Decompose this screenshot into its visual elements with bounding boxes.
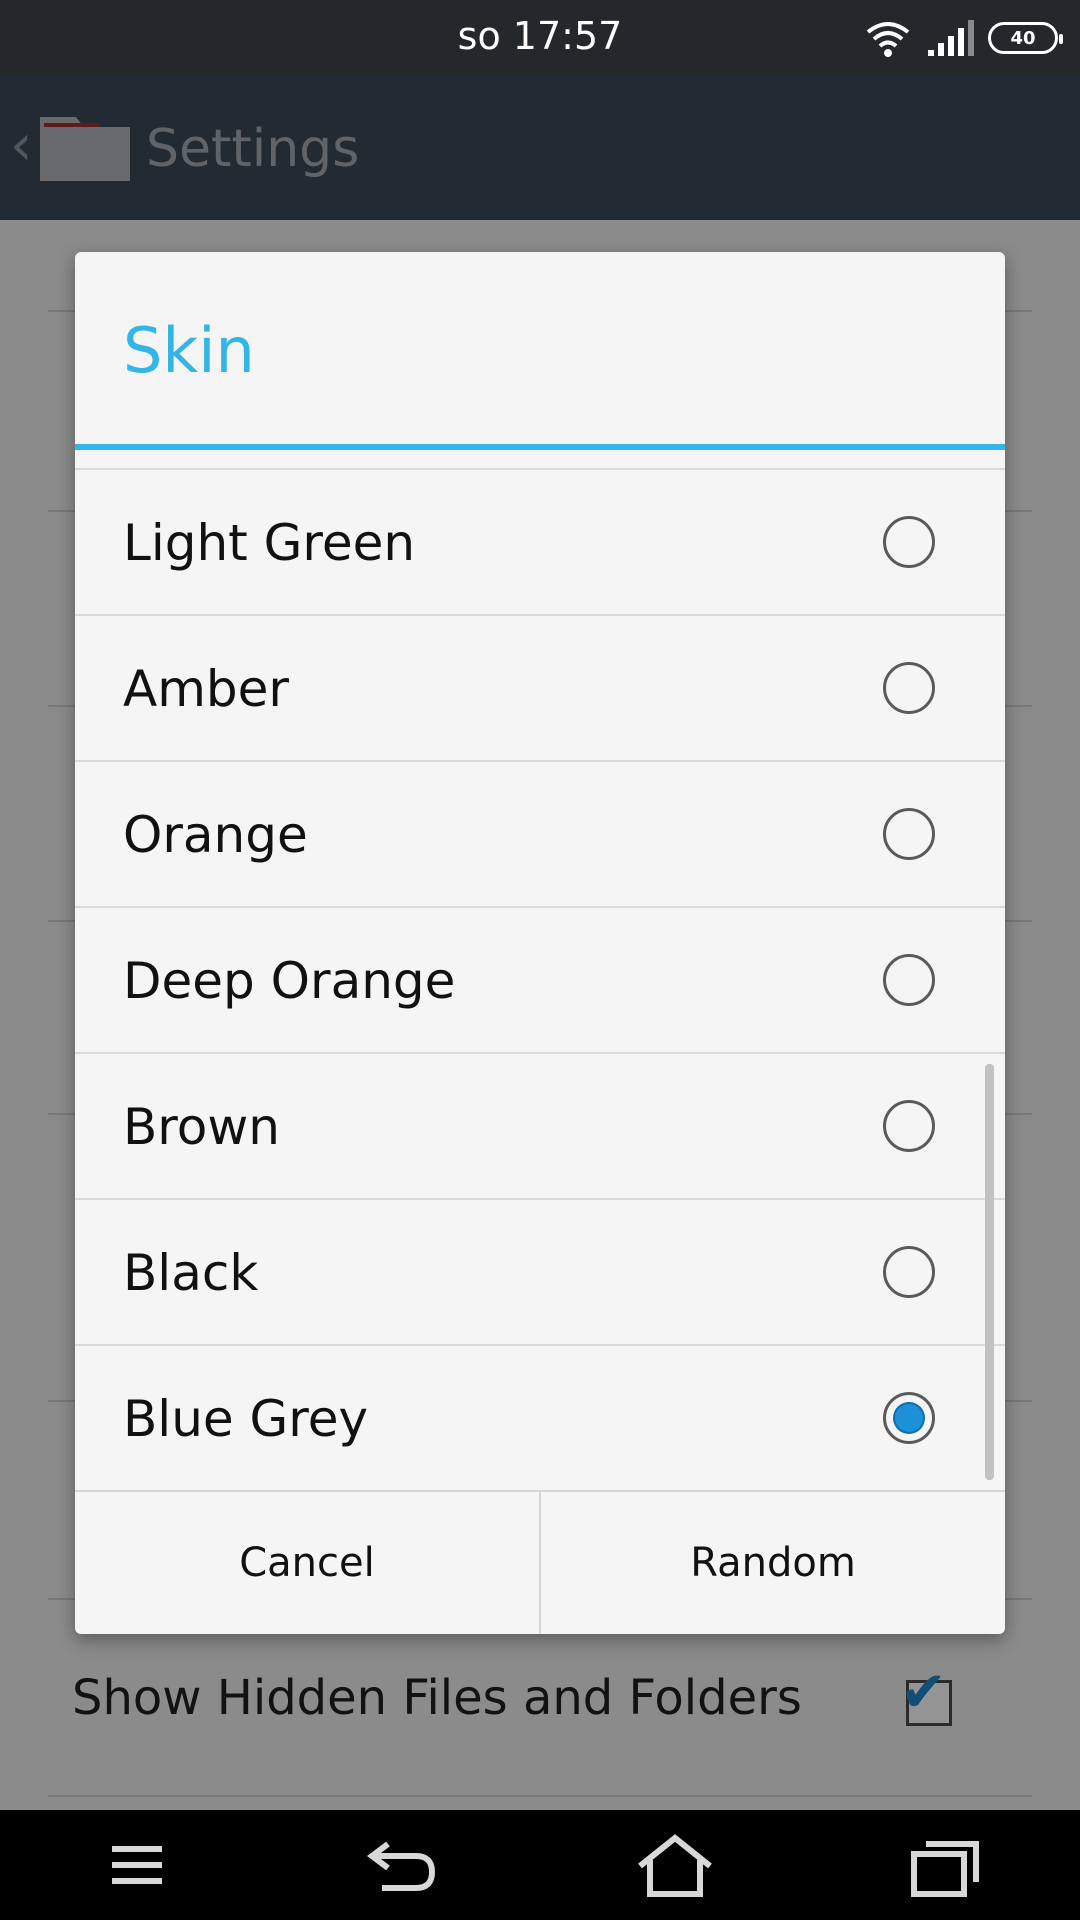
option-black[interactable]: Black	[75, 1198, 1005, 1344]
skin-dialog: Skin Light Green Amber Orange Deep Orang…	[75, 252, 1005, 1634]
dialog-title: Skin	[123, 314, 255, 387]
option-amber[interactable]: Amber	[75, 614, 1005, 760]
status-bar: so 17:57 40	[0, 0, 1080, 75]
option-blue-grey[interactable]: Blue Grey	[75, 1344, 1005, 1490]
radio-button[interactable]	[883, 516, 935, 568]
option-label: Light Green	[123, 514, 416, 572]
recents-icon[interactable]	[900, 1830, 990, 1900]
battery-icon: 40	[988, 22, 1063, 54]
signal-icon	[928, 20, 974, 56]
option-light-green[interactable]: Light Green	[75, 468, 1005, 614]
list-scrollbar[interactable]	[985, 1064, 994, 1480]
cancel-button[interactable]: Cancel	[75, 1492, 539, 1634]
option-label: Orange	[123, 806, 308, 864]
option-brown[interactable]: Brown	[75, 1052, 1005, 1198]
option-label: Blue Grey	[123, 1390, 369, 1448]
skin-options-list: Light Green Amber Orange Deep Orange Bro…	[75, 468, 1005, 1490]
option-label: Amber	[123, 660, 289, 718]
option-label: Black	[123, 1244, 259, 1302]
radio-button[interactable]	[883, 1100, 935, 1152]
option-label: Deep Orange	[123, 952, 456, 1010]
random-button[interactable]: Random	[539, 1492, 1005, 1634]
back-icon[interactable]	[358, 1830, 448, 1900]
menu-icon[interactable]	[92, 1830, 182, 1900]
option-label: Brown	[123, 1098, 280, 1156]
radio-button-selected[interactable]	[883, 1392, 935, 1444]
option-orange[interactable]: Orange	[75, 760, 1005, 906]
title-divider	[75, 444, 1005, 450]
wifi-icon	[866, 22, 910, 57]
radio-button[interactable]	[883, 954, 935, 1006]
home-icon[interactable]	[630, 1830, 720, 1900]
radio-button[interactable]	[883, 1246, 935, 1298]
option-deep-orange[interactable]: Deep Orange	[75, 906, 1005, 1052]
dialog-buttons: Cancel Random	[75, 1490, 1005, 1634]
status-icons: 40	[864, 18, 1063, 58]
radio-button[interactable]	[883, 662, 935, 714]
navigation-bar	[0, 1810, 1080, 1920]
radio-button[interactable]	[883, 808, 935, 860]
